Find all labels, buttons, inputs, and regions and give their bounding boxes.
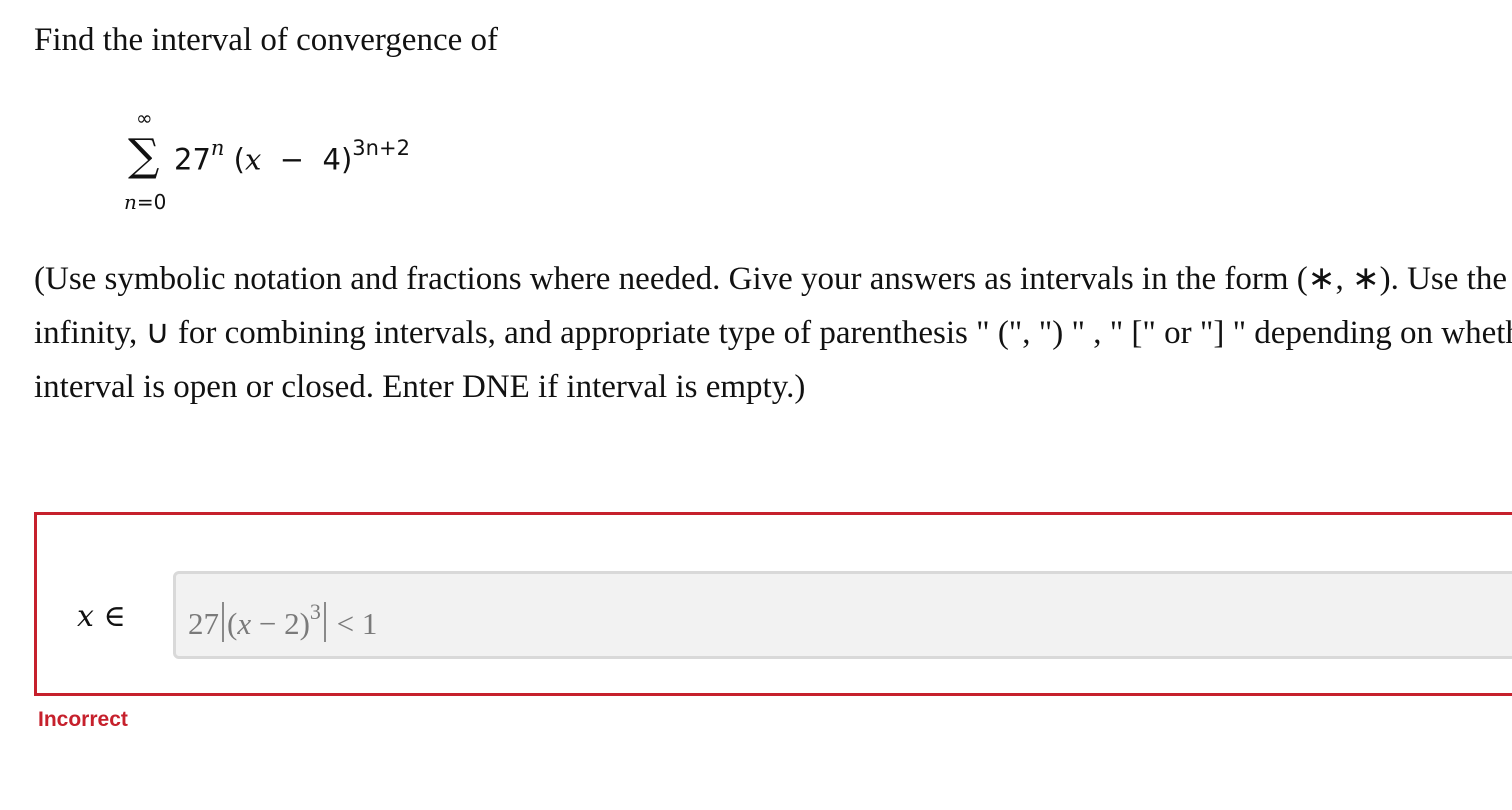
entered-power: 3 [309,598,321,624]
question-prompt: Find the interval of convergence of [34,22,498,58]
instructions-line-1: (Use symbolic notation and fractions whe… [34,261,1512,297]
term-coefficient-exponent: n [210,136,225,160]
abs-bar-left [222,602,224,642]
lower-index-value: =0 [136,190,167,214]
series-expression: ∞ ∑ 27n (x − 4)3n+2 n=0 [110,100,530,220]
answer-box: x ∈ 27 (x − 2)3 < 1 [34,512,1512,696]
term-operator: − [279,142,305,177]
answer-label-variable: x [77,599,94,634]
term-variable: x [244,142,262,177]
term-coefficient: 27 [174,142,211,177]
instructions-line-3: interval is open or closed. Enter DNE if… [34,369,806,405]
entered-coefficient: 27 [188,606,219,641]
question-page: Find the interval of convergence of ∞ ∑ … [0,0,1512,810]
instructions-line-2: infinity, ∪ for combining intervals, and… [34,315,1512,351]
abs-bar-right [323,602,326,642]
entered-open-paren: ( [227,606,238,641]
answer-instructions: (Use symbolic notation and fractions whe… [34,252,1512,414]
entered-relation: < 1 [336,606,378,641]
term-center: 4) [322,142,353,177]
sigma-symbol: ∑ [128,130,160,181]
sum-lower-limit: n=0 [124,190,166,214]
term-exponent: 3n+2 [352,136,410,160]
answer-entered-value: 27 (x − 2)3 < 1 [188,598,378,642]
answer-label: x ∈ [77,599,126,634]
term-open-paren: ( [233,142,245,177]
feedback-status: Incorrect [38,708,128,731]
sum-upper-limit: ∞ [136,106,153,130]
lower-index-variable: n [124,190,137,214]
entered-minus-term: − 2) [251,606,310,641]
answer-math-input[interactable]: 27 (x − 2)3 < 1 [173,571,1512,659]
element-of-symbol: ∈ [103,599,126,634]
entered-variable: x [237,606,252,641]
series-term: 27n (x − 4)3n+2 [174,136,410,177]
